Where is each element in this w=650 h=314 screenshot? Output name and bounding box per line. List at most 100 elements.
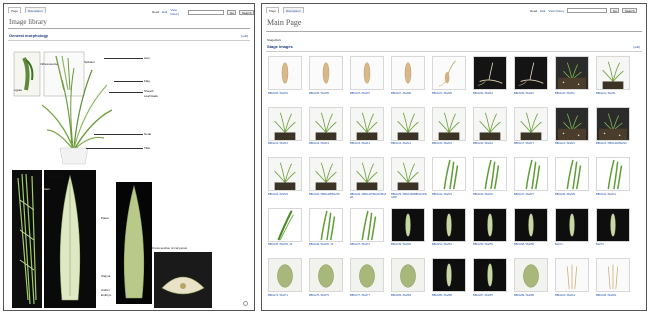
stage-caption-link[interactable]: BBCH45 / BoZ45, 16 (309, 243, 346, 246)
spikelet-anatomy-image[interactable] (12, 170, 212, 308)
stage-caption-link[interactable]: BBCH32 / BoZ32 (473, 193, 510, 196)
stage-thumbnail[interactable] (596, 56, 630, 90)
search-input[interactable] (187, 9, 225, 15)
stage-thumbnail[interactable] (514, 56, 548, 90)
stage-thumbnail[interactable] (514, 157, 548, 191)
stage-thumbnail[interactable] (391, 106, 425, 141)
stage-caption-link[interactable]: BBCH39 / BoZ39 (555, 193, 592, 196)
stage-thumbnail[interactable] (268, 157, 302, 191)
stage-caption-link[interactable]: BBCH16 / BoZ16 (473, 142, 510, 145)
stage-caption-link[interactable]: BBCH29 / BBCH30/BBCH31/BoZ30 (391, 193, 428, 199)
stage-thumbnail[interactable] (432, 258, 466, 292)
stage-thumbnail[interactable] (596, 106, 630, 141)
stage-thumbnail[interactable] (309, 258, 343, 292)
stage-caption-link[interactable]: BBCH75 / BoZ75 (309, 294, 346, 297)
stage-thumbnail[interactable] (473, 56, 507, 90)
stage-thumbnail[interactable] (555, 56, 589, 90)
tab-page[interactable]: Page (8, 7, 22, 13)
stage-caption-link[interactable]: BBCH58 / BoZ58 (514, 243, 551, 246)
stage-thumbnail[interactable] (432, 106, 466, 141)
stage-caption-link[interactable]: BBCH49 / BoZ49 (391, 243, 428, 246)
go-button[interactable]: Go (227, 9, 237, 15)
tab-read[interactable]: Read (152, 10, 159, 14)
stage-caption-link[interactable]: BBCH17 / BoZ17 (514, 142, 551, 145)
stage-thumbnail[interactable] (555, 106, 589, 141)
stage-thumbnail[interactable] (596, 258, 630, 292)
search-button[interactable]: Search (239, 9, 254, 15)
stage-caption-link[interactable]: BBCH07 / BoZ08 (391, 92, 428, 95)
stage-thumbnail[interactable] (555, 157, 589, 191)
stage-caption-link[interactable]: BBCH15 / BoZ15 (432, 142, 469, 145)
tab-view-history[interactable]: View history (170, 8, 185, 16)
stage-caption-link[interactable]: BBCH07 / BoZ07 (350, 92, 387, 95)
tab-page[interactable]: Page (266, 7, 280, 13)
tab-discussion[interactable]: Discussion (25, 7, 46, 13)
stage-caption-link[interactable]: BBCH31 / BoZ31 (432, 193, 469, 196)
tab-edit[interactable]: Edit (162, 10, 167, 14)
edit-section-link[interactable]: [edit] (241, 34, 248, 38)
stage-caption-link[interactable]: BoZ71 (555, 243, 592, 246)
stage-thumbnail[interactable] (514, 258, 548, 292)
tab-discussion[interactable]: Discussion (283, 7, 304, 13)
stage-thumbnail[interactable] (309, 157, 343, 191)
stage-thumbnail[interactable] (350, 157, 384, 191)
stage-caption-link[interactable]: BBCH13 / BoZ13 (309, 142, 346, 145)
tab-read[interactable]: Read (530, 9, 537, 13)
stage-thumbnail[interactable] (268, 56, 302, 90)
stage-caption-link[interactable]: BBCH26 / BBCH27/BoZ27/BoZ28 (350, 193, 387, 199)
stage-thumbnail[interactable] (268, 106, 302, 141)
stage-thumbnail[interactable] (309, 106, 343, 141)
stage-thumbnail[interactable] (391, 56, 425, 90)
stage-thumbnail[interactable] (555, 207, 589, 242)
stage-caption-link[interactable]: BBCH41 / BoZ41 (596, 193, 633, 196)
stage-thumbnail[interactable] (350, 56, 384, 90)
stage-caption-link[interactable]: BBCH09 / BoZ10 (514, 92, 551, 95)
stage-caption-link[interactable]: BBCH09 / BoZ10 (473, 92, 510, 95)
stage-caption-link[interactable]: BBCH47 / BoZ47 (350, 243, 387, 246)
stage-caption-link[interactable]: BBCH24 / BBCH25/BoZ25 (309, 193, 346, 196)
stage-caption-link[interactable]: BBCH21 / BoZ21 (555, 142, 592, 145)
stage-thumbnail[interactable] (268, 207, 302, 242)
stage-caption-link[interactable]: BBCH21 / BBCH22/BoZ22 (596, 142, 633, 145)
stage-caption-link[interactable]: BBCH11 / BoZ11 (596, 92, 633, 95)
stage-thumbnail[interactable] (391, 207, 425, 242)
stage-caption-link[interactable]: BBCH77 / BoZ77 (350, 294, 387, 297)
stage-caption-link[interactable]: BBCH93 / BoZ93 (596, 294, 633, 297)
stage-caption-link[interactable]: BBCH03 / BoZ01 (268, 92, 305, 95)
stage-thumbnail[interactable] (514, 207, 548, 242)
stage-thumbnail[interactable] (432, 56, 466, 90)
tab-view-history[interactable]: View history (548, 9, 564, 13)
stage-caption-link[interactable]: BBCH85 / BoZ85 (432, 294, 469, 297)
stage-thumbnail[interactable] (309, 56, 343, 90)
stage-caption-link[interactable]: BBCH14 / BoZ14 (391, 142, 428, 145)
stage-caption-link[interactable]: BBCH51 / BoZ51 (432, 243, 469, 246)
stage-thumbnail[interactable] (350, 258, 384, 292)
stage-caption-link[interactable]: BBCH83 / BoZ83 (391, 294, 428, 297)
stage-thumbnail[interactable] (596, 157, 630, 191)
stage-thumbnail[interactable] (514, 106, 548, 141)
stage-thumbnail[interactable] (473, 157, 507, 191)
breadcrumb[interactable]: StageDefs (267, 38, 281, 42)
stage-thumbnail[interactable] (309, 207, 343, 242)
stage-caption-link[interactable]: BBCH91 / BoZ91 (555, 294, 592, 297)
stage-caption-link[interactable]: BBCH23 / BoZ23 (268, 193, 305, 196)
search-input[interactable] (567, 8, 608, 13)
stage-thumbnail[interactable] (350, 106, 384, 141)
stage-thumbnail[interactable] (350, 207, 384, 242)
stage-thumbnail[interactable] (555, 258, 589, 292)
stage-caption-link[interactable]: BBCH10 / BoZ11 (555, 92, 592, 95)
stage-caption-link[interactable]: BBCH45 / BoZ45, 16 (268, 243, 305, 246)
stage-thumbnail[interactable] (432, 207, 466, 242)
stage-caption-link[interactable]: BBCH55 / BoZ55 (473, 243, 510, 246)
stage-thumbnail[interactable] (473, 258, 507, 292)
go-button[interactable]: Go (610, 8, 620, 13)
stage-caption-link[interactable]: BBCH71 / BoZ71 (268, 294, 305, 297)
stage-caption-link[interactable]: BBCH05 / BoZ05 (309, 92, 346, 95)
stage-caption-link[interactable]: BoZ73 (596, 243, 633, 246)
edit-section-link[interactable]: [edit] (633, 45, 640, 49)
search-button[interactable]: Search (622, 8, 637, 13)
stage-caption-link[interactable]: BBCH07 / BoZ09 (432, 92, 469, 95)
stage-thumbnail[interactable] (391, 157, 425, 191)
stage-caption-link[interactable]: BBCH89 / BoZ89 (514, 294, 551, 297)
stage-caption-link[interactable]: BBCH13 / BoZ13 (350, 142, 387, 145)
